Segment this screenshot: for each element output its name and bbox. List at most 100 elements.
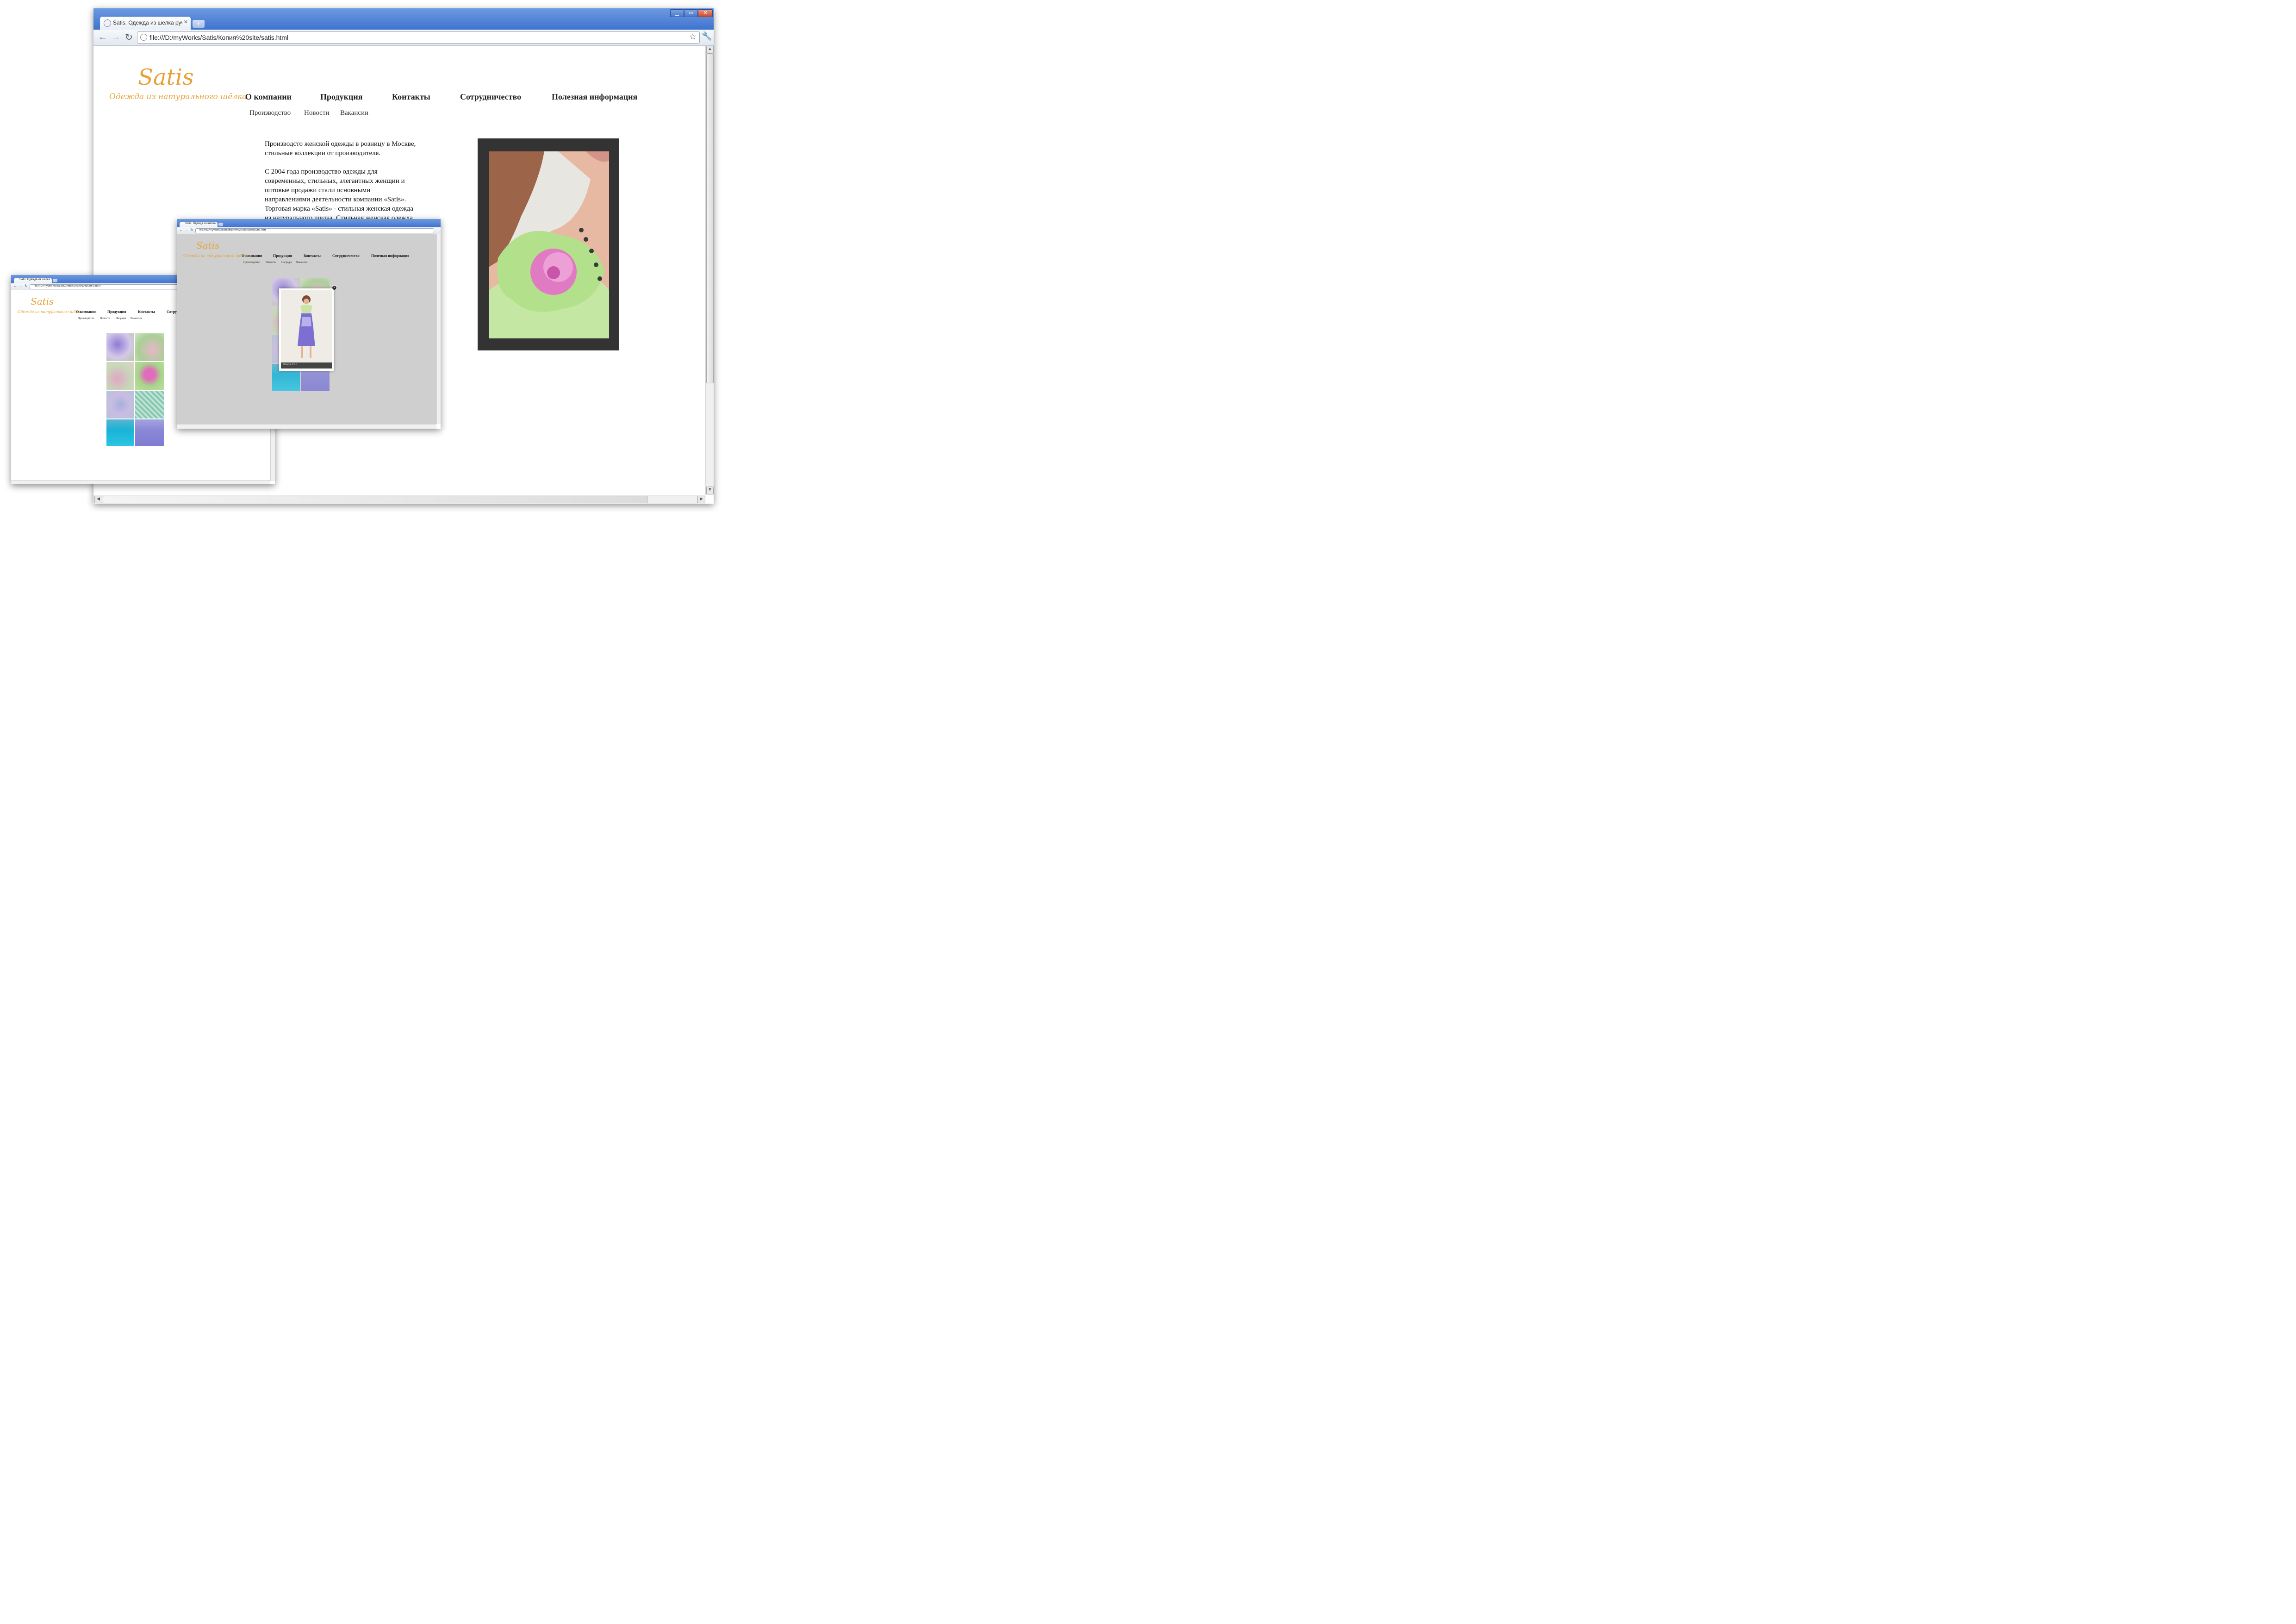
url-text: file:///D:/myWorks/Satis/Копия%20site/co… xyxy=(199,229,267,231)
collection-tile[interactable] xyxy=(135,333,164,361)
body-line-4: направлениями деятельности компании «Sat… xyxy=(265,196,406,203)
lightbox-photo[interactable] xyxy=(281,290,332,363)
submenu-item-news[interactable]: Новости xyxy=(100,317,110,320)
collection-tile[interactable] xyxy=(106,362,134,390)
new-tab-button[interactable] xyxy=(218,223,223,226)
body-line-3: оптовые продажи стали основными xyxy=(265,187,371,194)
submenu-item-news[interactable]: Новости xyxy=(304,109,329,117)
back-arrow-icon[interactable]: ← xyxy=(179,228,183,232)
horizontal-scrollbar[interactable] xyxy=(11,480,270,484)
scroll-thumb[interactable] xyxy=(706,54,714,383)
collection-grid xyxy=(106,333,164,446)
submenu-item-production[interactable]: Производство xyxy=(78,317,94,320)
vertical-scrollbar[interactable]: ▲ ▼ xyxy=(705,46,714,495)
close-button[interactable]: ✕ xyxy=(698,9,713,17)
submenu-item-news[interactable]: Новости xyxy=(266,261,276,264)
back-arrow-icon[interactable]: ← xyxy=(13,284,17,288)
forward-arrow-icon[interactable]: → xyxy=(19,284,23,288)
scroll-up-button[interactable]: ▲ xyxy=(706,46,714,54)
minimize-button[interactable]: ▁ xyxy=(670,9,684,17)
address-bar[interactable]: file:///D:/myWorks/Satis/Копия%20site/sa… xyxy=(137,31,700,44)
reload-icon[interactable]: ↻ xyxy=(125,31,133,43)
submenu-item-production[interactable]: Производство xyxy=(243,261,260,264)
scroll-right-button[interactable]: ▶ xyxy=(697,496,705,503)
bookmark-star-icon[interactable]: ☆ xyxy=(689,32,697,42)
menu-item-products[interactable]: Продукция xyxy=(273,254,292,258)
logo-title[interactable]: Satis xyxy=(31,296,54,307)
tab-title: Satis. Одежда из шелка руч xyxy=(185,222,216,225)
horizontal-scrollbar[interactable]: ◀ ▶ xyxy=(93,495,705,504)
menu-item-cooperation[interactable]: Сотрудничество xyxy=(460,92,521,102)
middle-browser-window: Satis. Одежда из шелка руч ← → ↻ file://… xyxy=(177,219,441,429)
collection-tile[interactable] xyxy=(106,419,134,446)
menu-item-about[interactable]: О компании xyxy=(245,92,292,102)
body-line-1: С 2004 года производство одежды для xyxy=(265,168,378,175)
menu-item-contacts[interactable]: Контакты xyxy=(304,254,321,258)
tab-close-icon[interactable]: ✕ xyxy=(184,19,188,25)
logo-title[interactable]: Satis xyxy=(138,64,194,90)
tab-title: Satis. Одежда из шелка руч xyxy=(113,19,182,26)
lightbox-close-icon[interactable]: ✕ xyxy=(332,285,337,290)
globe-icon xyxy=(104,19,111,27)
scroll-left-button[interactable]: ◀ xyxy=(94,496,102,503)
vertical-scrollbar[interactable] xyxy=(436,234,441,424)
menu-item-useful-info[interactable]: Полезная информация xyxy=(552,92,637,102)
collection-tile[interactable] xyxy=(135,391,164,418)
submenu-item-awards[interactable]: Награды xyxy=(281,261,292,264)
menu-item-products[interactable]: Продукция xyxy=(320,92,362,102)
collection-tile[interactable] xyxy=(135,419,164,446)
toolbar: ← → ↻ file:///D:/myWorks/Satis/Копия%20s… xyxy=(93,30,714,46)
product-photo[interactable] xyxy=(489,151,609,338)
back-arrow-icon[interactable]: ← xyxy=(98,32,107,43)
page-content: Satis Одежда из натурального шёлка О ком… xyxy=(177,234,436,424)
horizontal-scrollbar[interactable] xyxy=(177,424,436,429)
lightbox-caption: Image 8 / 8 xyxy=(283,363,298,366)
tab-satis[interactable]: Satis. Одежда из шелка руч ✕ xyxy=(100,17,191,30)
title-bar: Satis. Одежда из шелка руч ✕ + ▁ ▭ ✕ xyxy=(93,8,714,30)
intro-text: Производсто женской одежды в розницу в М… xyxy=(265,139,416,223)
body-line-5: Торговая марка «Satis» - стильная женска… xyxy=(265,205,413,212)
menu-item-about[interactable]: О компании xyxy=(242,254,262,258)
toolbar: ← → ↻ file:///D:/myWorks/Satis/Копия%20s… xyxy=(177,227,441,234)
logo-tagline: Одежда из натурального шёлка xyxy=(109,92,247,101)
logo-title[interactable]: Satis xyxy=(196,240,219,251)
menu-item-about[interactable]: О компании xyxy=(76,310,96,314)
reload-icon[interactable]: ↻ xyxy=(25,284,28,288)
intro-line-1: Производсто женской одежды в розницу в М… xyxy=(265,140,416,148)
intro-line-2: стильные коллекции от производителя. xyxy=(265,150,381,157)
wrench-icon[interactable]: 🔧 xyxy=(702,31,712,41)
address-bar[interactable]: file:///D:/myWorks/Satis/Копия%20site/co… xyxy=(195,228,434,233)
forward-arrow-icon[interactable]: → xyxy=(185,228,188,232)
collection-tile[interactable] xyxy=(135,362,164,390)
submenu-item-vacancies[interactable]: Вакансии xyxy=(131,317,142,320)
collection-tile[interactable] xyxy=(106,391,134,418)
tab-satis[interactable]: Satis. Одежда из шелка руч xyxy=(14,278,52,283)
menu-item-cooperation[interactable]: Сотру xyxy=(167,310,177,314)
tab-satis[interactable]: Satis. Одежда из шелка руч xyxy=(180,222,218,227)
forward-arrow-icon[interactable]: → xyxy=(111,32,120,43)
title-bar: Satis. Одежда из шелка руч xyxy=(177,219,441,227)
reload-icon[interactable]: ↻ xyxy=(190,228,193,232)
url-text: file:///D:/myWorks/Satis/Копия%20site/co… xyxy=(34,285,101,287)
new-tab-button[interactable] xyxy=(53,279,57,282)
menu-item-useful-info[interactable]: Полезная информация xyxy=(371,254,409,258)
photo-frame xyxy=(478,138,619,350)
submenu-item-awards[interactable]: Награды xyxy=(116,317,126,320)
menu-item-contacts[interactable]: Контакты xyxy=(392,92,430,102)
menu-item-products[interactable]: Продукция xyxy=(107,310,126,314)
tab-title: Satis. Одежда из шелка руч xyxy=(19,278,50,281)
maximize-button[interactable]: ▭ xyxy=(684,9,698,17)
lightbox: Image 8 / 8 xyxy=(279,288,334,371)
submenu-item-production[interactable]: Производство xyxy=(249,109,291,117)
hscroll-thumb[interactable] xyxy=(103,496,647,503)
new-tab-button[interactable]: + xyxy=(193,20,205,28)
lightbox-caption-bar: Image 8 / 8 xyxy=(281,362,332,369)
collection-tile[interactable] xyxy=(106,333,134,361)
menu-item-contacts[interactable]: Контакты xyxy=(138,310,155,314)
submenu-item-vacancies[interactable]: Вакансии xyxy=(340,109,368,117)
scroll-down-button[interactable]: ▼ xyxy=(706,487,714,494)
url-text: file:///D:/myWorks/Satis/Копия%20site/sa… xyxy=(149,34,289,41)
submenu-item-vacancies[interactable]: Вакансии xyxy=(296,261,307,264)
logo-tagline: Одежда из натурального шёлка xyxy=(183,254,248,258)
menu-item-cooperation[interactable]: Сотрудничество xyxy=(332,254,360,258)
